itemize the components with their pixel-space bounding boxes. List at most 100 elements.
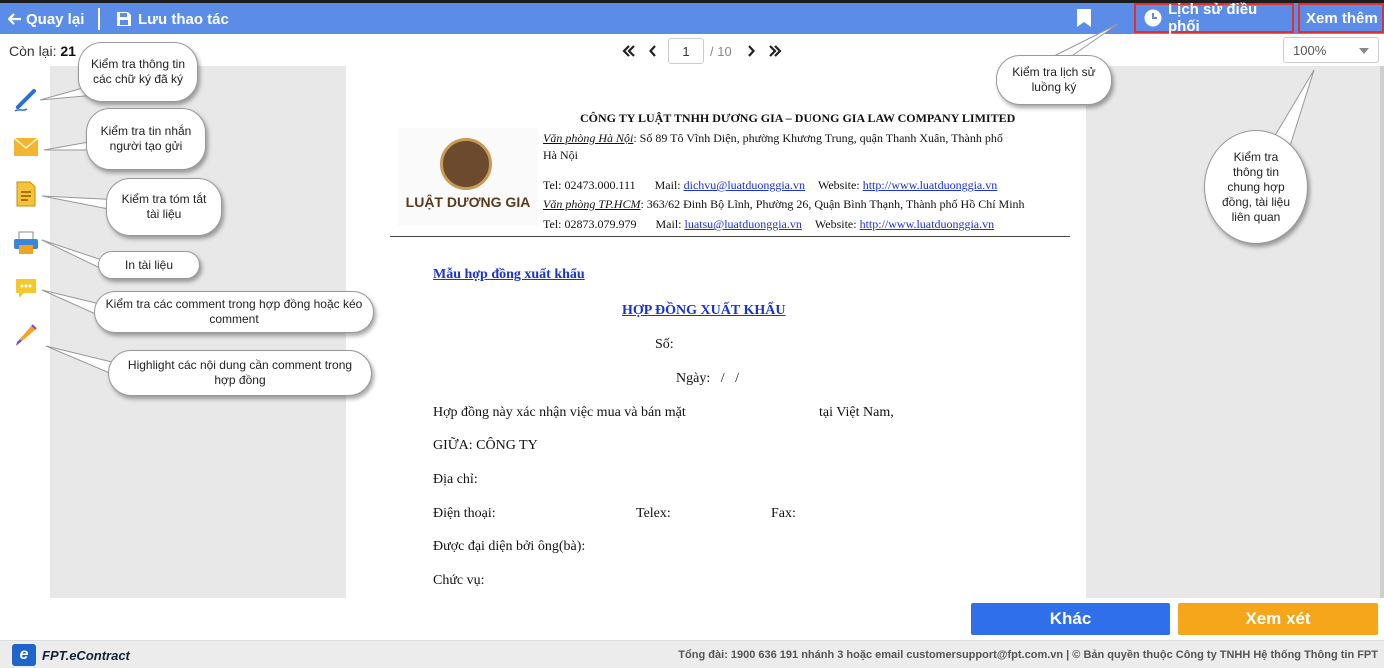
website-link-2[interactable]: http://www.luatduonggia.vn [860,217,995,231]
viewer-scrollbar[interactable] [1380,66,1384,598]
chat-bubble-icon [16,279,36,298]
envelope-icon [13,137,39,156]
hn-tel: Tel: 02473.000.111 [543,178,636,192]
footer-logo: e FPT.eContract [12,644,130,666]
party-fax: Fax: [771,506,796,521]
double-chevron-left-icon [622,45,635,57]
contract-intro-tail: tại Việt Nam, [819,405,894,420]
hcm-contact-line: Tel: 02873.079.979 Mail: luatsu@luatduon… [543,216,994,233]
top-toolbar: Quay lại Lưu thao tác Lịch sử điều phối … [0,0,1384,35]
party-representative: Được đại diện bởi ông(bà): [433,539,586,554]
party-between: GIỮA: CÔNG TY [433,438,538,453]
chevron-down-icon [1359,48,1369,54]
review-button[interactable]: Xem xét [1178,603,1378,635]
toolbar-divider [98,8,100,30]
econtract-logo-icon: e [12,644,36,666]
remaining-counter: Còn lại: 21 [9,43,76,59]
callout-general-info: Kiểm tra thông tin chung hợp đồng, tài l… [1204,130,1308,244]
signature-tool[interactable] [11,84,41,114]
party-telex: Telex: [636,506,671,521]
other-button[interactable]: Khác [971,603,1170,635]
letterhead-company: CÔNG TY LUẬT TNHH DƯƠNG GIA – DUONG GIA … [580,111,1016,125]
contract-number: Số: [655,337,674,352]
document-icon [16,181,36,207]
floppy-disk-icon [117,12,131,26]
logo-emblem [440,138,492,190]
party-address: Địa chỉ: [433,472,478,487]
hcm-mail-link[interactable]: luatsu@luatduonggia.vn [685,217,802,231]
hn-office-line: Văn phòng Hà Nội: Số 89 Tô Vĩnh Diện, ph… [543,130,1003,147]
callout-comments: Kiểm tra các comment trong hợp đồng hoặc… [94,291,374,333]
printer-icon [14,231,38,254]
callout-signatures: Kiểm tra thông tin các chữ ký đã ký [78,42,198,102]
contract-date: Ngày: / / [676,371,739,386]
hn-office-label: Văn phòng Hà Nội [543,131,634,145]
bookmark-button[interactable] [1076,5,1092,31]
prev-page-button[interactable] [644,41,662,61]
pen-icon [14,89,36,112]
contract-title: HỢP ĐỒNG XUẤT KHẨU [622,303,786,318]
website-label: Website: [817,178,860,192]
highlighter-icon [16,324,37,346]
hcm-office-label: Văn phòng TP.HCM [543,197,641,211]
highlight-tool[interactable] [11,320,41,350]
bookmark-icon [1077,9,1091,27]
template-link[interactable]: Mẫu hợp đồng xuất khẩu [433,267,585,283]
hn-contact-line: Tel: 02473.000.111 Mail: dichvu@luatduon… [543,177,997,194]
page-number-input[interactable] [668,38,704,64]
website-label-2: Website: [814,217,857,231]
print-tool[interactable] [11,228,41,258]
summary-tool[interactable] [11,179,41,209]
hn-address: : Số 89 Tô Vĩnh Diện, phường Khương Trun… [633,131,1003,145]
zoom-value: 100% [1293,42,1327,58]
company-logo: LUẬT DƯƠNG GIA [398,128,538,226]
hcm-office-line: Văn phòng TP.HCM: 363/62 Đinh Bộ Lĩnh, P… [543,196,1025,213]
action-bar: Khác Xem xét [0,598,1384,640]
callout-history: Kiểm tra lịch sử luồng ký [996,55,1112,105]
chevron-left-icon [649,45,656,57]
letterhead-divider [390,236,1070,237]
pagination: / 10 [620,38,784,64]
first-page-button[interactable] [620,41,638,61]
comment-tool[interactable] [11,274,41,304]
history-button[interactable]: Lịch sử điều phối [1134,1,1294,35]
hn-mail-label: Mail: [654,178,681,192]
back-button[interactable]: Quay lại [8,6,84,32]
document-page: CÔNG TY LUẬT TNHH DƯƠNG GIA – DUONG GIA … [346,66,1086,598]
callout-highlight: Highlight các nội dung cần comment trong… [108,350,372,396]
more-button[interactable]: Xem thêm [1298,3,1384,33]
save-label: Lưu thao tác [138,10,229,28]
hcm-address: : 363/62 Đinh Bộ Lĩnh, Phường 26, Quận B… [640,197,1025,211]
footer: e FPT.eContract Tổng đài: 1900 636 191 n… [0,640,1384,668]
hn-address-2: Hà Nội [543,148,578,162]
party-position: Chức vụ: [433,573,485,588]
history-label: Lịch sử điều phối [1168,1,1258,35]
next-page-button[interactable] [742,41,760,61]
callout-summary: Kiểm tra tóm tắt tài liệu [106,178,222,236]
double-chevron-right-icon [768,45,782,57]
back-label: Quay lại [26,10,85,28]
chevron-right-icon [747,45,755,57]
footer-brand: FPT.eContract [42,647,130,663]
callout-print: In tài liệu [98,251,200,279]
last-page-button[interactable] [766,41,784,61]
callout-message: Kiểm tra tin nhắn người tạo gửi [86,108,206,170]
remaining-value: 21 [60,43,76,59]
zoom-select[interactable]: 100% [1283,37,1379,63]
hcm-mail-label: Mail: [655,217,682,231]
left-toolbar [0,66,50,598]
clock-icon [1144,9,1162,27]
logo-text: LUẬT DƯƠNG GIA [405,194,531,210]
footer-contact: Tổng đài: 1900 636 191 nhánh 3 hoặc emai… [678,649,1378,661]
contract-intro: Hợp đồng này xác nhận việc mua và bán mặ… [433,405,686,420]
remaining-label: Còn lại: [9,43,57,59]
hcm-tel: Tel: 02873.079.979 [543,217,637,231]
website-link[interactable]: http://www.luatduonggia.vn [863,178,998,192]
message-tool[interactable] [11,132,41,162]
party-phone: Điện thoại: [433,506,496,521]
save-button[interactable]: Lưu thao tác [116,6,229,32]
more-label: Xem thêm [1306,9,1378,27]
hn-mail-link[interactable]: dichvu@luatduonggia.vn [684,178,805,192]
arrow-left-icon [8,13,21,25]
page-total: / 10 [710,43,732,59]
